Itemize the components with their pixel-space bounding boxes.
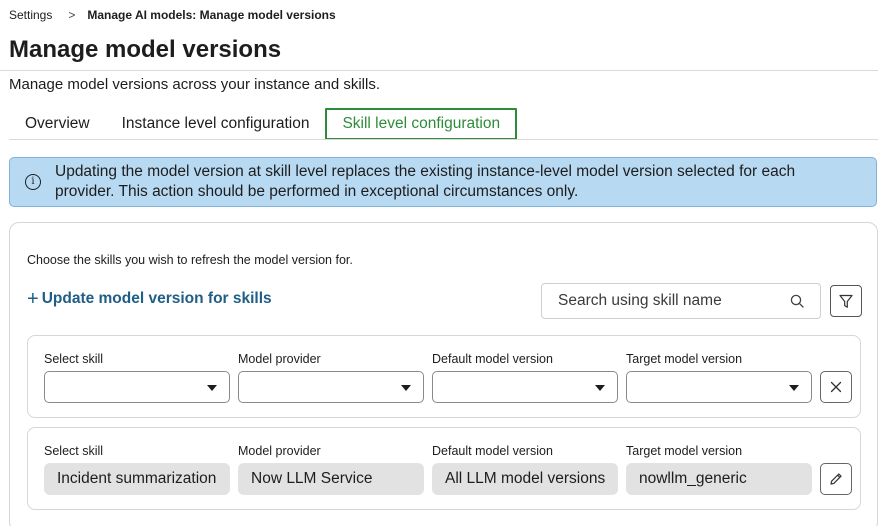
remove-row-button[interactable] [820, 371, 852, 403]
chevron-down-icon [401, 385, 411, 391]
breadcrumb-current: Manage AI models: Manage model versions [87, 8, 336, 22]
chevron-down-icon [789, 385, 799, 391]
model-provider-dropdown[interactable] [238, 371, 424, 403]
model-provider-field: Model provider [238, 352, 424, 403]
default-model-version-dropdown[interactable] [432, 371, 618, 403]
page-subtitle: Manage model versions across your instan… [9, 76, 381, 93]
model-provider-label: Model provider [238, 352, 321, 366]
target-model-version-dropdown[interactable] [626, 371, 812, 403]
skill-config-row-saved: Select skill Incident summarization Mode… [27, 427, 861, 510]
update-model-version-link[interactable]: + Update model version for skills [27, 288, 272, 310]
tab-skill-level-configuration[interactable]: Skill level configuration [325, 108, 518, 140]
model-provider-label: Model provider [238, 444, 321, 458]
default-model-version-label: Default model version [432, 444, 553, 458]
breadcrumb-separator: > [68, 8, 76, 22]
tab-overview[interactable]: Overview [9, 108, 106, 140]
target-model-version-value: nowllm_generic [626, 463, 812, 495]
update-model-version-label: Update model version for skills [41, 290, 272, 307]
skill-config-card: Choose the skills you wish to refresh th… [9, 222, 878, 526]
default-model-version-field: Default model version All LLM model vers… [432, 444, 618, 495]
skill-search-box [541, 283, 821, 319]
select-skill-label: Select skill [44, 444, 104, 458]
model-provider-value: Now LLM Service [238, 463, 424, 495]
alert-message: Updating the model version at skill leve… [55, 163, 796, 200]
tab-bar: Overview Instance level configuration Sk… [9, 108, 518, 140]
filter-icon [839, 294, 853, 308]
breadcrumb: Settings > Manage AI models: Manage mode… [9, 8, 336, 22]
select-skill-dropdown[interactable] [44, 371, 230, 403]
select-skill-field: Select skill [44, 352, 230, 403]
chevron-down-icon [207, 385, 217, 391]
model-provider-field: Model provider Now LLM Service [238, 444, 424, 495]
plus-icon: + [27, 288, 39, 310]
search-icon[interactable] [790, 294, 804, 308]
default-model-version-field: Default model version [432, 352, 618, 403]
select-skill-field: Select skill Incident summarization [44, 444, 230, 495]
default-model-version-label: Default model version [432, 352, 553, 366]
target-model-version-field: Target model version [626, 352, 812, 403]
edit-icon [830, 473, 842, 485]
info-icon: i [25, 174, 41, 190]
skill-config-row-new: Select skill Model provider Default mode… [27, 335, 861, 418]
select-skill-label: Select skill [44, 352, 104, 366]
breadcrumb-settings-link[interactable]: Settings [9, 8, 52, 22]
page-title: Manage model versions [9, 36, 282, 63]
edit-row-button[interactable] [820, 463, 852, 495]
target-model-version-label: Target model version [626, 444, 743, 458]
default-model-version-value: All LLM model versions [432, 463, 618, 495]
close-icon [830, 381, 842, 393]
skill-search-input[interactable] [542, 284, 782, 318]
target-model-version-label: Target model version [626, 352, 743, 366]
info-alert: i Updating the model version at skill le… [9, 157, 877, 207]
filter-button[interactable] [830, 285, 862, 317]
tabs-divider [9, 139, 878, 140]
title-divider [0, 70, 878, 71]
select-skill-value: Incident summarization [44, 463, 230, 495]
target-model-version-field: Target model version nowllm_generic [626, 444, 812, 495]
chevron-down-icon [595, 385, 605, 391]
card-intro-text: Choose the skills you wish to refresh th… [27, 253, 353, 267]
tab-instance-level-configuration[interactable]: Instance level configuration [106, 108, 326, 140]
